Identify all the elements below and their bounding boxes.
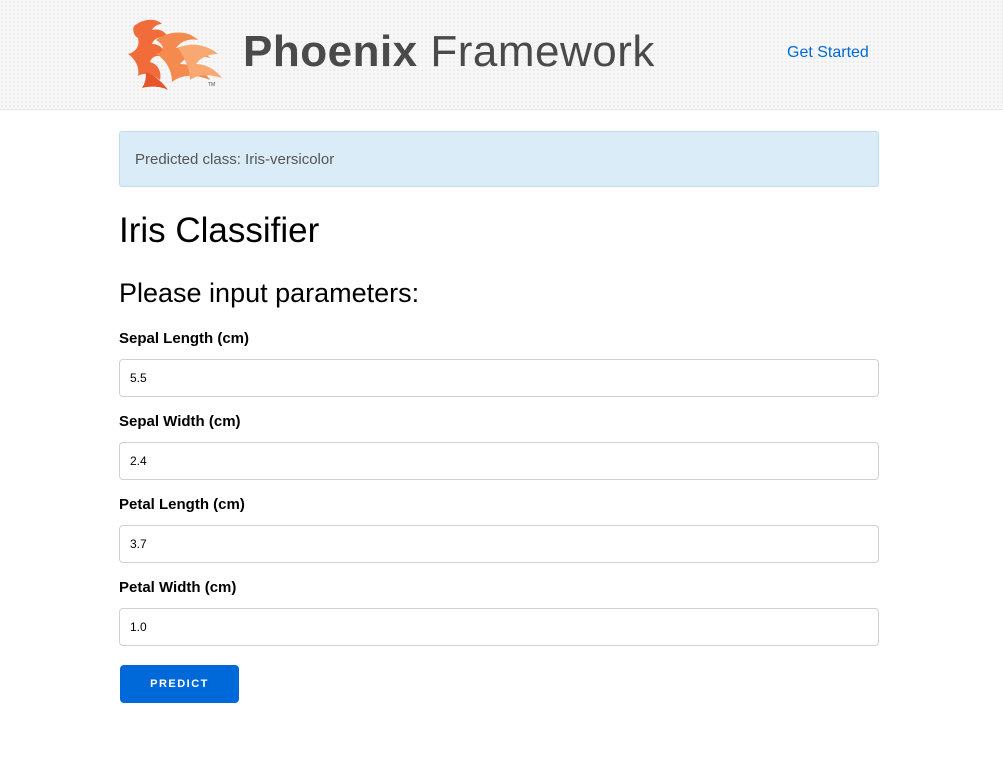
sepal-width-label: Sepal Width (cm) [119,413,241,430]
brand-name-light: Framework [417,27,655,76]
sepal-width-input[interactable] [119,442,879,480]
petal-length-input[interactable] [119,525,879,563]
page-title: Iris Classifier [119,211,320,250]
prediction-alert: Predicted class: Iris-versicolor [119,131,879,187]
site-header: TM Phoenix Framework Get Started [0,0,1003,110]
brand-name-bold: Phoenix [243,27,418,76]
svg-text:TM: TM [208,82,215,88]
petal-width-input[interactable] [119,608,879,646]
sepal-length-input[interactable] [119,359,879,397]
brand-wordmark: Phoenix Framework [243,26,655,78]
form-subtitle: Please input parameters: [119,278,420,308]
petal-length-label: Petal Length (cm) [119,496,245,513]
petal-width-label: Petal Width (cm) [119,579,237,596]
predict-button[interactable]: Predict [120,665,239,703]
get-started-link[interactable]: Get Started [787,43,869,63]
phoenix-bird-icon: TM [128,19,222,90]
sepal-length-label: Sepal Length (cm) [119,330,250,347]
